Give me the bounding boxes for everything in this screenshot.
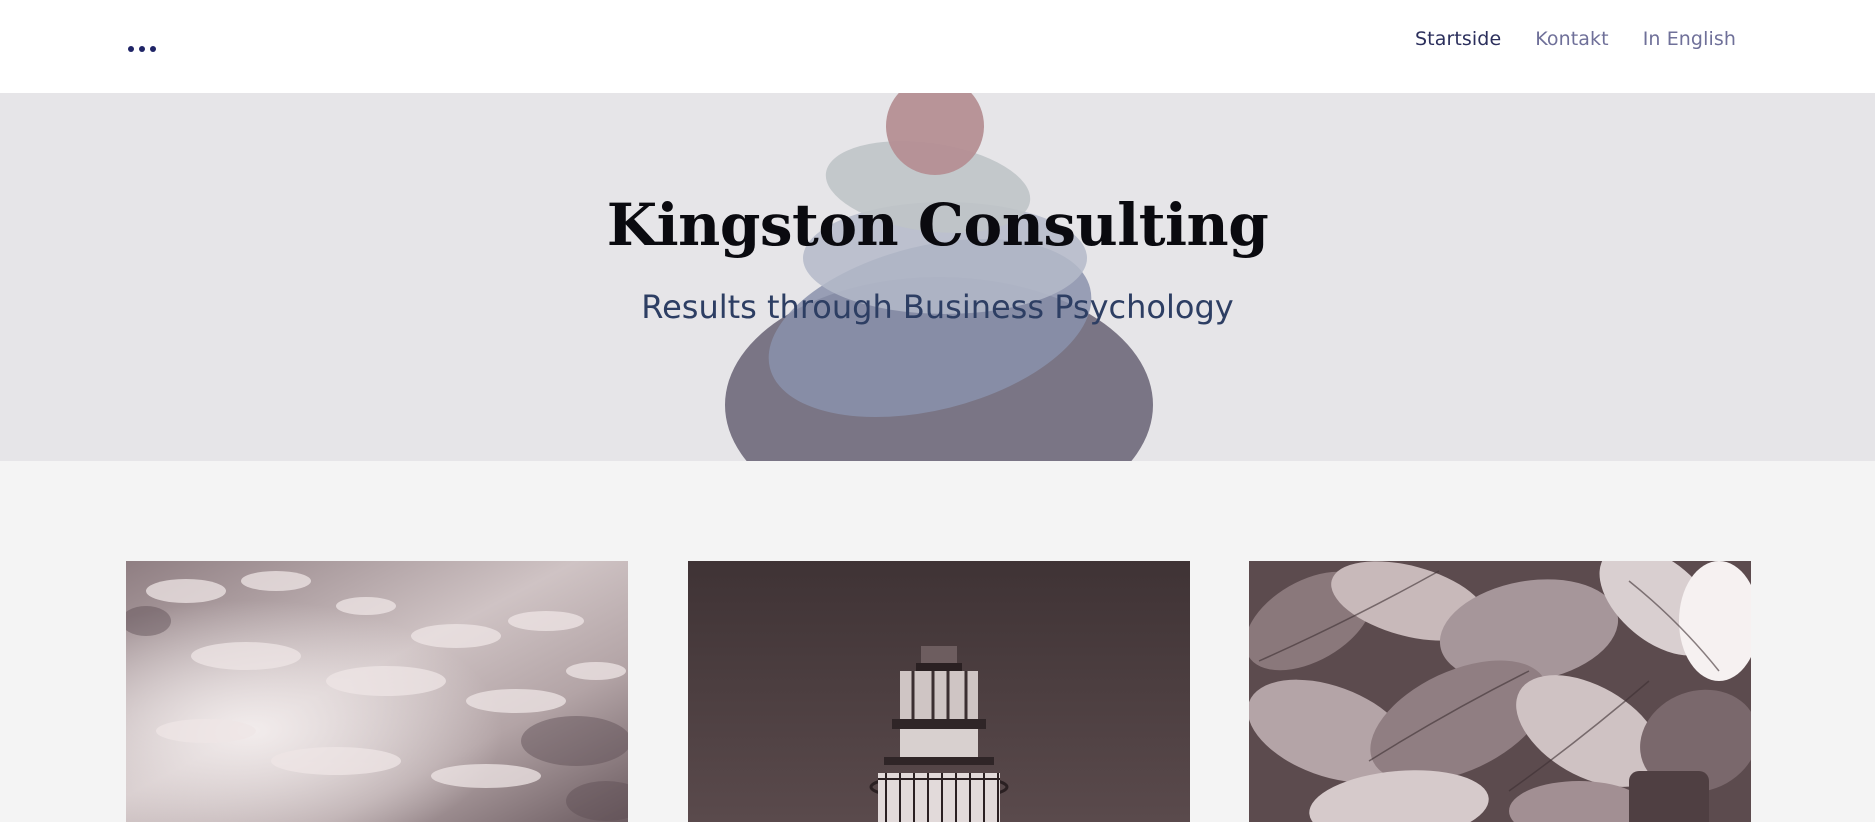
nav-link-startside[interactable]: Startside	[1415, 28, 1501, 50]
nav-link-kontakt[interactable]: Kontakt	[1535, 28, 1608, 50]
hero-banner: Kingston Consulting Results through Busi…	[0, 93, 1875, 461]
card-sky-image[interactable]	[126, 561, 628, 822]
nav-link-in-english[interactable]: In English	[1643, 28, 1736, 50]
page-title: Kingston Consulting	[606, 191, 1269, 259]
stacked-stones-illustration	[725, 93, 1153, 461]
lighthouse-photo	[688, 561, 1190, 822]
more-dots-icon[interactable]	[126, 40, 162, 60]
site-header: Startside Kontakt In English	[0, 0, 1875, 93]
image-cards	[126, 561, 1751, 822]
card-lighthouse-image[interactable]	[688, 561, 1190, 822]
card-leaves-image[interactable]	[1249, 561, 1751, 822]
hosta-leaves-photo	[1249, 561, 1751, 822]
page-subtitle: Results through Business Psychology	[641, 288, 1234, 326]
main-nav: Startside Kontakt In English	[1415, 28, 1736, 50]
cloudy-sky-photo	[126, 561, 628, 822]
